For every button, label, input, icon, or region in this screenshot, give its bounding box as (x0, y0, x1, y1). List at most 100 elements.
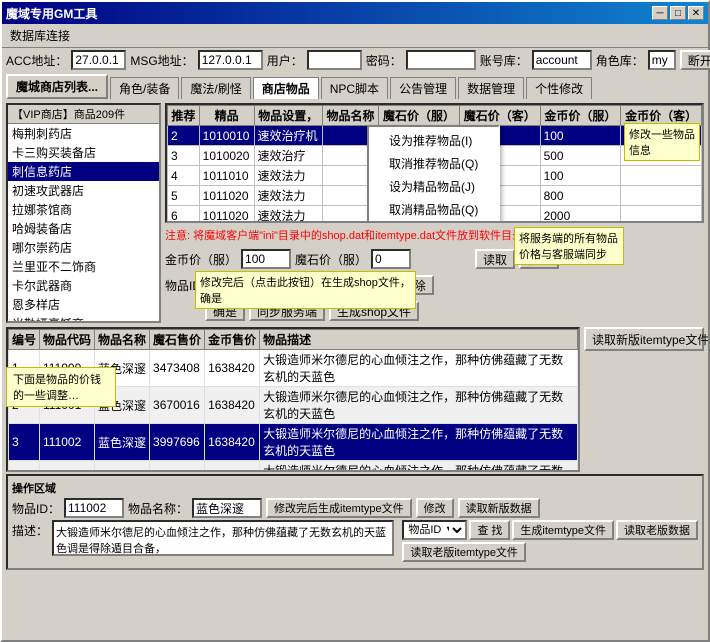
acc-label: ACC地址： (6, 52, 67, 69)
top-section: 【VIP商店】商品209件 梅荆刺药店 卡三购买装备店 刺信息药店 初速攻武器店… (6, 103, 704, 323)
ops-desc-input[interactable]: 大锻造师米尔德尼的心血倾注之作，那种仿佛蕴藏了无数玄机的天蓝色调是得除遁目合备， (52, 520, 394, 556)
shop-list[interactable]: 梅荆刺药店 卡三购买装备店 刺信息药店 初速攻武器店 拉娜茶馆商 哈姆装备店 哪… (8, 124, 159, 321)
list-item[interactable]: 初速攻武器店 (8, 181, 159, 200)
product-table-area: 推荐 精品 物品设置， 物品名称 魔石价（服） 魔石价（客） 金币价（服） 金币… (165, 103, 704, 223)
col-name: 物品名称 (95, 330, 150, 350)
ops-area: 操作区域 物品ID： 物品名称： 修改完后生成itemtype文件 修改 读取新… (6, 474, 704, 570)
ops-btn-row1: 物品ID ▼ 查 找 生成itemtype文件 读取老版数据 (402, 520, 698, 540)
context-menu-set-fine[interactable]: 设为精品物品(J) (369, 175, 498, 198)
main-content: 【VIP商店】商品209件 梅荆刺药店 卡三购买装备店 刺信息药店 初速攻武器店… (2, 99, 708, 640)
table-row[interactable]: 3 111002 蓝色深邃 3997696 1638420 大锻造师米尔德尼的心… (9, 424, 578, 461)
ops-read-new-btn[interactable]: 读取新版数据 (458, 498, 540, 518)
ops-pid-label: 物品ID： (12, 500, 60, 517)
menu-database[interactable]: 数据库连接 (6, 26, 74, 45)
ops-read-old-itemtype-btn[interactable]: 读取老版itemtype文件 (402, 542, 526, 562)
ops-title: 操作区域 (12, 480, 698, 496)
ops-row-1: 物品ID： 物品名称： 修改完后生成itemtype文件 修改 读取新版数据 (12, 498, 698, 518)
role-input[interactable] (648, 50, 676, 70)
list-item[interactable]: 恩多样店 (8, 295, 159, 314)
ops-modify-btn[interactable]: 修改 (416, 498, 454, 518)
list-item[interactable]: 哪尔崇药店 (8, 238, 159, 257)
right-panel: 推荐 精品 物品设置， 物品名称 魔石价（服） 魔石价（客） 金币价（服） 金币… (165, 103, 704, 323)
note-price-adjust: 下面是物品的价钱的一些调整… (6, 367, 116, 407)
acc-input[interactable] (71, 50, 126, 70)
magic-price-label: 魔石价（服） (295, 251, 367, 268)
tab-personal[interactable]: 个性修改 (526, 77, 592, 99)
msg-label: MSG地址： (130, 52, 193, 69)
list-item[interactable]: 哈姆装备店 (8, 219, 159, 238)
pass-input[interactable] (406, 50, 476, 70)
callout-sync: 将服务端的所有物品价格与客服端同步 (514, 227, 624, 265)
tab-data[interactable]: 数据管理 (458, 77, 524, 99)
tab-npc[interactable]: NPC脚本 (321, 77, 388, 99)
close-button[interactable]: ✕ (688, 6, 704, 20)
context-menu: 设为推荐物品(I) 取消推荐物品(Q) 设为精品物品(J) 取消精品物品(Q) … (367, 125, 500, 223)
list-item[interactable]: 兰里亚不二饰商 (8, 257, 159, 276)
user-input[interactable] (307, 50, 362, 70)
list-item[interactable]: 梅荆刺药店 (8, 124, 159, 143)
gold-price-input[interactable] (241, 249, 291, 269)
col-header-name: 物品名称 (322, 106, 378, 126)
context-menu-set-recommend[interactable]: 设为推荐物品(I) (369, 129, 498, 152)
read-new-itemtype-btn[interactable]: 读取新版itemtype文件 (584, 327, 704, 351)
list-item[interactable]: 卡三购买装备店 (8, 143, 159, 162)
col-header-recommend: 推荐 (168, 106, 200, 126)
col-header-magic-price: 魔石价（服） (379, 106, 460, 126)
connection-row: ACC地址： MSG地址： 用户： 密码： 账号库： 角色库： 断开 (2, 48, 708, 72)
ops-right-buttons: 物品ID ▼ 查 找 生成itemtype文件 读取老版数据 读取老版itemt… (402, 520, 698, 562)
db-input[interactable] (532, 50, 592, 70)
ops-search-select[interactable]: 物品ID ▼ (402, 520, 467, 540)
bottom-section: 下面是物品的价钱的一些调整… 编号 物品代码 物品名称 魔石售价 金币售价 物品… (6, 327, 704, 472)
ops-pname-input[interactable] (192, 498, 262, 518)
tab-role-equipment[interactable]: 角色/装备 (110, 77, 179, 99)
table-row[interactable]: 4 111003 蓝色深邃 4521984 1638420 大锻造师米尔德尼的心… (9, 461, 578, 473)
sync-row: 修改完后（点击此按钮）在生成shop文件，确是 确是 同步服务端 生成shop文… (165, 299, 704, 323)
tab-announcement[interactable]: 公告管理 (390, 77, 456, 99)
context-menu-cancel-fine[interactable]: 取消精品物品(Q) (369, 198, 498, 221)
list-item[interactable]: 米勒娅烹饪商 (8, 314, 159, 321)
role-label: 角色库： (596, 52, 644, 69)
shop-list-panel: 【VIP商店】商品209件 梅荆刺药店 卡三购买装备店 刺信息药店 初速攻武器店… (6, 103, 161, 323)
maximize-button[interactable]: □ (670, 6, 686, 20)
menu-bar: 数据库连接 (2, 24, 708, 48)
context-menu-cancel-recommend[interactable]: 取消推荐物品(Q) (369, 152, 498, 175)
list-item[interactable]: 卡尔武器商 (8, 276, 159, 295)
connect-button[interactable]: 断开 (680, 50, 710, 70)
title-buttons: ─ □ ✕ (652, 6, 704, 20)
ops-pid-input[interactable] (64, 498, 124, 518)
db-label: 账号库： (480, 52, 528, 69)
read-button[interactable]: 读取 (475, 249, 515, 269)
gold-price-label: 金币价（服） (165, 251, 237, 268)
col-desc: 物品描述 (260, 330, 578, 350)
shop-list-header: 【VIP商店】商品209件 (8, 105, 159, 124)
ops-read-old-btn[interactable]: 读取老版数据 (616, 520, 698, 540)
tab-row: 魔城商店列表... 角色/装备 魔法/刷怪 商店物品 NPC脚本 公告管理 数据… (2, 72, 708, 99)
magic-price-input[interactable] (371, 249, 411, 269)
table-buttons: 读取新版itemtype文件 (584, 327, 704, 472)
col-gold-price: 金币售价 (205, 330, 260, 350)
list-item[interactable]: 拉娜茶馆商 (8, 200, 159, 219)
pass-label: 密码： (366, 52, 402, 69)
col-code: 物品代码 (40, 330, 95, 350)
tab-shop-items[interactable]: 商店物品 (253, 77, 319, 99)
col-header-magic-price-c: 魔石价（客） (459, 106, 540, 126)
msg-input[interactable] (198, 50, 263, 70)
ops-row-2: 描述： 大锻造师米尔德尼的心血倾注之作，那种仿佛蕴藏了无数玄机的天蓝色调是得除遁… (12, 520, 698, 562)
minimize-button[interactable]: ─ (652, 6, 668, 20)
ops-search-btn[interactable]: 查 找 (469, 520, 510, 540)
callout-mod-complete: 修改完后（点击此按钮）在生成shop文件，确是 (195, 271, 416, 309)
list-item[interactable]: 刺信息药店 (8, 162, 159, 181)
ops-pname-label: 物品名称： (128, 500, 188, 517)
col-header-fine: 精品 (199, 106, 254, 126)
main-window: 魔域专用GM工具 ─ □ ✕ 数据库连接 ACC地址： MSG地址： 用户： 密… (0, 0, 710, 642)
shop-list-button[interactable]: 魔城商店列表... (6, 74, 108, 99)
col-magic-price: 魔石售价 (150, 330, 205, 350)
ops-btn-row2: 读取老版itemtype文件 (402, 542, 698, 562)
callout-modify-info: 修改一些物品信息 (624, 123, 700, 161)
col-header-gold-price: 金币价（服） (540, 106, 621, 126)
user-label: 用户： (267, 52, 303, 69)
ops-gen-itemtype2-btn[interactable]: 生成itemtype文件 (512, 520, 614, 540)
tab-magic[interactable]: 魔法/刷怪 (181, 77, 250, 99)
ops-gen-itemtype-btn[interactable]: 修改完后生成itemtype文件 (266, 498, 412, 518)
window-title: 魔域专用GM工具 (6, 5, 97, 22)
